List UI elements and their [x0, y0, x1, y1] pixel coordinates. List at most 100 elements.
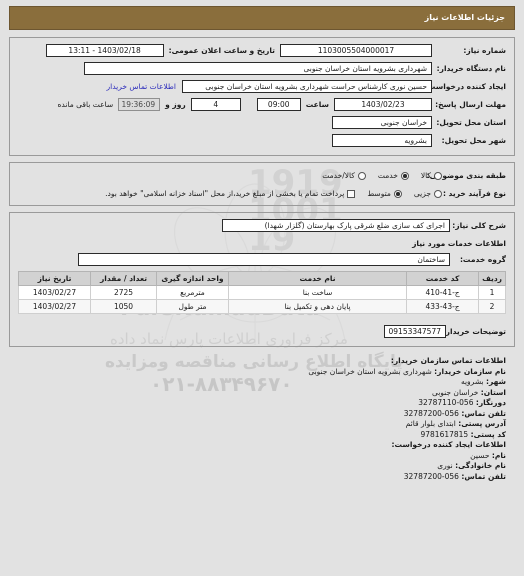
- buyer-fax-line: دورنگار: 32787110-056: [18, 398, 506, 409]
- cell-index: 1: [478, 285, 506, 300]
- requester-label: ایجاد کننده درخواست:: [424, 82, 506, 91]
- buyer-province-label: استان:: [480, 387, 506, 397]
- countdown-value: 19:36:09: [118, 98, 161, 111]
- requester-phone-line: تلفن تماس: 32787200-056: [18, 472, 506, 483]
- radio-icon-kala[interactable]: [434, 171, 442, 180]
- category-option-kala-label: کالا: [420, 171, 431, 180]
- buyer-notes-row: توضیحات خریدار: 09153347577: [18, 325, 506, 339]
- buyer-city-label: شهر:: [486, 377, 506, 386]
- radio-icon-jozei[interactable]: [434, 189, 442, 198]
- buyer-org-line: نام سازمان خریدار: شهرداری بشرویه استان …: [18, 367, 506, 378]
- services-table: ردیف کد خدمت نام خدمت واحد اندازه گیری ت…: [18, 271, 506, 314]
- requester-last-name-label: نام خانوادگی:: [455, 461, 506, 470]
- deadline-time-label: ساعت: [305, 100, 329, 109]
- cell-name: پایان دهی و تکمیل بنا: [227, 299, 408, 314]
- payment-checkbox-label: پرداخت تمام یا بخشی از مبلغ خرید،از محل …: [105, 189, 345, 198]
- service-group-label: گروه خدمت:: [459, 255, 506, 264]
- buyer-postal-line: کد پستی: 9781617815: [18, 430, 506, 441]
- buyer-address-label: آدرس پستی:: [458, 419, 506, 428]
- need-number-label: شماره نیاز:: [463, 46, 506, 55]
- countdown-label: ساعت باقی مانده: [57, 100, 114, 109]
- th-unit: واحد اندازه گیری: [156, 271, 229, 286]
- remaining-days-value: 4: [190, 98, 241, 111]
- buyer-contact-link[interactable]: اطلاعات تماس خریدار: [107, 80, 183, 93]
- deadline-label: مهلت ارسال پاسخ: تا تاریخ:: [403, 100, 506, 109]
- category-option-khedmat[interactable]: خدمت: [378, 171, 409, 180]
- cell-code: ج-43-433: [406, 299, 480, 314]
- buyer-phone-line: تلفن تماس: 32787200-056: [18, 409, 506, 420]
- th-date: تاریخ نیاز: [18, 271, 91, 286]
- province-value[interactable]: خراسان جنوبی: [332, 116, 432, 129]
- th-qty: تعداد / مقدار: [90, 271, 157, 286]
- buyer-fax-value: 32787110-056: [418, 398, 474, 407]
- announce-label: تاریخ و ساعت اعلان عمومی:: [168, 46, 275, 55]
- process-option-jozei-label: جزیی: [413, 189, 431, 198]
- cell-qty: 2725: [90, 285, 157, 300]
- buyer-phone-value: 32787200-056: [403, 408, 459, 418]
- table-header-row: ردیف کد خدمت نام خدمت واحد اندازه گیری ت…: [18, 271, 506, 286]
- payment-checkbox-option[interactable]: پرداخت تمام یا بخشی از مبلغ خرید،از محل …: [105, 189, 356, 198]
- buyer-notes-value[interactable]: 09153347577: [384, 325, 446, 338]
- buyer-province-line: استان: خراسان جنوبی: [18, 388, 506, 399]
- deadline-date-value[interactable]: 1403/02/23: [334, 98, 432, 111]
- radio-icon-motevaset[interactable]: [393, 189, 402, 198]
- buyer-address-value: ابتدای بلوار قائم: [405, 419, 456, 428]
- th-name: نام خدمت: [227, 271, 408, 286]
- buyer-org-row: نام دستگاه خریدار: شهرداری بشرویه استان …: [18, 62, 506, 76]
- requester-phone-value: 32787200-056: [403, 471, 459, 481]
- process-label: نوع فرآیند خرید :: [442, 189, 506, 198]
- summary-panel: شماره نیاز: 1103005504000017 تاریخ و ساع…: [9, 37, 515, 156]
- requester-first-name-label: نام:: [491, 450, 506, 460]
- radio-icon-kala-khedmat[interactable]: [357, 171, 366, 180]
- process-option-jozei[interactable]: جزیی: [414, 189, 442, 198]
- buyer-org-value[interactable]: شهرداری بشرویه استان خراسان جنوبی: [84, 62, 432, 75]
- category-option-kala[interactable]: کالا: [421, 171, 442, 180]
- category-option-kala-khedmat-label: کالا/خدمت: [322, 171, 355, 180]
- remaining-days-label: روز و: [165, 100, 186, 109]
- process-option-motevaset-label: متوسط: [367, 189, 391, 198]
- th-index: ردیف: [478, 271, 506, 286]
- classification-panel: طبقه بندی موضوعی: کالا خدمت کالا/خدمت نو…: [9, 162, 515, 206]
- requester-last-name-value: نوری: [437, 461, 453, 470]
- need-number-value[interactable]: 1103005504000017: [280, 44, 432, 57]
- table-row: 2 ج-43-433 پایان دهی و تکمیل بنا متر طول…: [18, 299, 506, 314]
- province-label: استان محل تحویل:: [436, 118, 506, 127]
- city-row: شهر محل تحویل: بشرویه: [18, 134, 506, 148]
- requester-row: ایجاد کننده درخواست: حسین نوری کارشناس ح…: [18, 80, 506, 94]
- deadline-time-value[interactable]: 09:00: [256, 98, 301, 111]
- radio-icon-khedmat[interactable]: [400, 171, 409, 180]
- cell-code: ج-41-410: [406, 285, 480, 300]
- province-row: استان محل تحویل: خراسان جنوبی: [18, 116, 506, 130]
- requester-first-name-value: حسین: [470, 450, 490, 460]
- buyer-city-value: بشرویه: [460, 377, 484, 386]
- page-title: جزئیات اطلاعات نیاز: [9, 6, 515, 30]
- checkbox-icon-payment[interactable]: [347, 189, 356, 198]
- requester-value[interactable]: حسین نوری کارشناس حراست شهرداری بشرویه ا…: [182, 80, 432, 93]
- buyer-notes-label: توضیحات خریدار:: [442, 327, 506, 336]
- deadline-row: مهلت ارسال پاسخ: تا تاریخ: 1403/02/23 سا…: [18, 98, 506, 112]
- service-group-value[interactable]: ساختمان: [78, 253, 450, 266]
- cell-qty: 1050: [90, 299, 157, 314]
- cell-unit: مترمربع: [156, 285, 229, 300]
- requester-first-name-line: نام: حسین: [18, 451, 506, 462]
- category-label: طبقه بندی موضوعی:: [426, 171, 506, 180]
- services-section-title: اطلاعات خدمات مورد نیاز: [412, 239, 506, 248]
- description-label: شرح کلی نیاز:: [452, 221, 506, 230]
- requester-phone-label: تلفن تماس:: [461, 471, 506, 481]
- category-option-kala-khedmat[interactable]: کالا/خدمت: [322, 171, 366, 180]
- requester-last-name-line: نام خانوادگی: نوری: [18, 461, 506, 472]
- buyer-postal-value: 9781617815: [420, 429, 469, 439]
- buyer-org-name-label: نام سازمان خریدار:: [434, 366, 506, 376]
- process-option-motevaset[interactable]: متوسط: [367, 189, 402, 198]
- cell-index: 2: [478, 299, 506, 314]
- city-value[interactable]: بشرویه: [332, 134, 432, 147]
- announce-value[interactable]: 1403/02/18 - 13:11: [45, 44, 164, 57]
- city-label: شهر محل تحویل:: [441, 136, 506, 145]
- buyer-contact-title: اطلاعات تماس سازمان خریدار:: [390, 356, 506, 365]
- cell-date: 1403/02/27: [18, 299, 91, 314]
- services-panel: شرح کلی نیاز: اجرای کف سازی ضلع شرقی پار…: [9, 212, 515, 347]
- buyer-phone-label: تلفن تماس:: [461, 408, 506, 418]
- buyer-org-label: نام دستگاه خریدار:: [436, 64, 506, 73]
- buyer-province-value: خراسان جنوبی: [431, 387, 479, 397]
- description-value[interactable]: اجرای کف سازی ضلع شرقی پارک بهارستان (گل…: [222, 219, 450, 232]
